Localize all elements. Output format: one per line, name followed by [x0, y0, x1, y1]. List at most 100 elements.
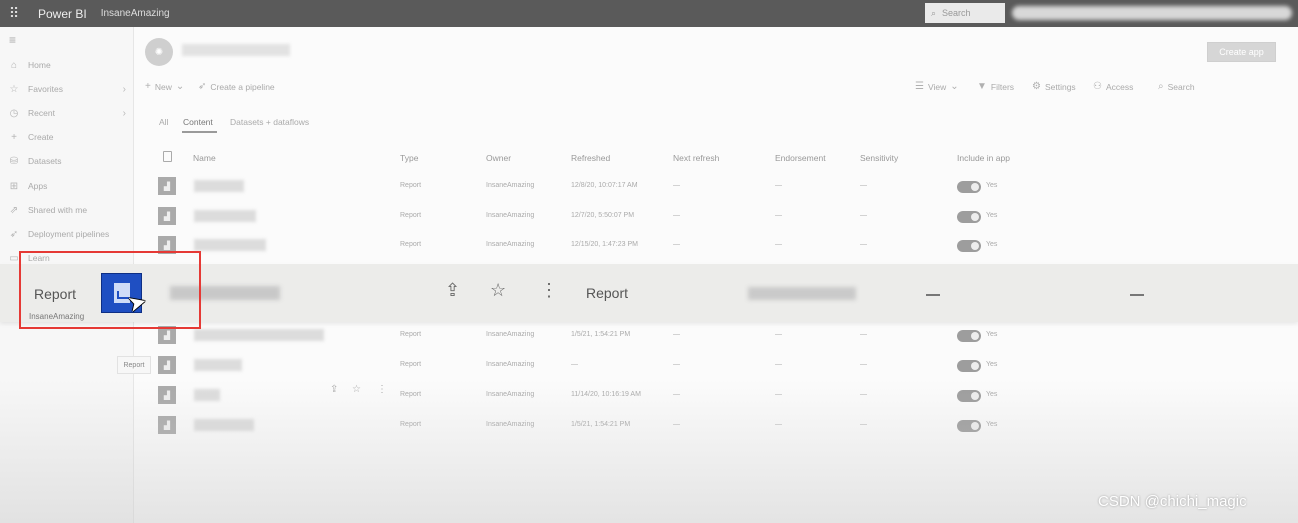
- column-header-owner[interactable]: Owner: [486, 153, 511, 163]
- home-icon: ⌂: [10, 59, 18, 71]
- sidebar-item-deployment-pipelines[interactable]: ➶ Deployment pipelines: [0, 223, 134, 245]
- include-in-app-toggle[interactable]: [957, 390, 981, 402]
- app-launcher-icon[interactable]: ⠿: [0, 5, 28, 22]
- list-icon: ☰: [915, 81, 924, 92]
- clock-icon: ◷: [9, 107, 19, 119]
- row-endorsement: —: [775, 212, 782, 219]
- include-in-app-toggle[interactable]: [957, 240, 981, 252]
- column-header-include-in-app[interactable]: Include in app: [957, 153, 1010, 163]
- row-owner: InsaneAmazing: [486, 241, 535, 248]
- row-next-refresh: —: [673, 182, 680, 189]
- row-endorsement: —: [775, 331, 782, 338]
- account-area-blurred: [1012, 6, 1292, 20]
- row-endorsement: —: [775, 361, 782, 368]
- view-button[interactable]: ☰ View ⌄: [915, 81, 959, 92]
- sidebar-item-apps[interactable]: ⊞ Apps: [0, 175, 134, 197]
- row-refreshed: 12/7/20, 5:50:07 PM: [571, 212, 635, 219]
- access-button[interactable]: ⚇ Access: [1093, 81, 1133, 92]
- sidebar-item-label: Home: [28, 60, 51, 70]
- workspace-search-input[interactable]: ⌕ Search: [1158, 81, 1195, 92]
- more-options-icon[interactable]: ⋮: [377, 384, 387, 395]
- report-icon: ▟: [158, 416, 176, 434]
- row-name-blurred[interactable]: [194, 180, 244, 192]
- tab-datasets-dataflows[interactable]: Datasets + dataflows: [230, 117, 309, 127]
- star-icon[interactable]: ☆: [352, 384, 361, 395]
- access-label: Access: [1105, 81, 1134, 92]
- sidebar-item-shared-with-me[interactable]: ⇗ Shared with me: [0, 199, 134, 221]
- row-next-refresh: —: [673, 331, 680, 338]
- include-in-app-toggle[interactable]: [957, 181, 981, 193]
- row-owner: InsaneAmazing: [486, 361, 535, 368]
- row-next-refresh: —: [673, 421, 680, 428]
- tab-content[interactable]: Content: [183, 117, 213, 127]
- row-refreshed: 12/8/20, 10:07:17 AM: [571, 182, 638, 189]
- row-endorsement: —: [775, 182, 782, 189]
- toggle-label: Yes: [986, 241, 998, 248]
- include-in-app-toggle[interactable]: [957, 360, 981, 372]
- sidebar-item-recent[interactable]: ◷ Recent ›: [0, 102, 134, 124]
- row-sensitivity: —: [860, 391, 867, 398]
- row-owner: InsaneAmazing: [486, 331, 535, 338]
- workspace-logo-icon: ✺: [145, 38, 173, 66]
- row-endorsement: —: [775, 241, 782, 248]
- row-refreshed: 11/14/20, 10:16:19 AM: [571, 391, 641, 398]
- row-name-blurred[interactable]: [194, 419, 254, 431]
- column-header-name[interactable]: Name: [193, 153, 216, 163]
- column-header-endorsement[interactable]: Endorsement: [775, 153, 826, 163]
- plus-icon: +: [145, 81, 151, 92]
- row-owner: InsaneAmazing: [486, 421, 535, 428]
- rocket-icon: ➶: [9, 228, 19, 240]
- sidebar-item-datasets[interactable]: ⛁ Datasets: [0, 150, 134, 172]
- row-owner: InsaneAmazing: [486, 212, 535, 219]
- settings-button[interactable]: ⚙ Settings: [1032, 81, 1076, 92]
- new-button[interactable]: + New ⌄: [145, 81, 184, 92]
- share-icon[interactable]: ⇪: [330, 384, 338, 395]
- row-endorsement: —: [775, 421, 782, 428]
- sidebar-item-create[interactable]: + Create: [0, 126, 134, 148]
- toggle-label: Yes: [986, 182, 998, 189]
- filters-button[interactable]: ▼ Filters: [977, 81, 1014, 92]
- row-name-blurred[interactable]: [194, 389, 220, 401]
- file-type-icon: [163, 151, 172, 162]
- chevron-down-icon: ⌄: [950, 81, 959, 92]
- row-type: Report: [400, 361, 422, 368]
- sidebar-item-label: Shared with me: [28, 205, 88, 215]
- app-name[interactable]: Power BI: [38, 7, 87, 21]
- global-search-input[interactable]: ⌕ Search: [925, 3, 1005, 23]
- more-options-icon[interactable]: ⋮: [540, 280, 558, 301]
- toggle-label: Yes: [986, 331, 998, 338]
- new-label: New: [154, 81, 172, 92]
- sidebar-item-label: Datasets: [28, 156, 62, 166]
- toggle-label: Yes: [986, 391, 998, 398]
- include-in-app-toggle[interactable]: [957, 420, 981, 432]
- chevron-right-icon: ›: [122, 107, 126, 119]
- row-name-blurred[interactable]: [194, 359, 242, 371]
- create-app-button[interactable]: Create app: [1207, 42, 1276, 62]
- highlight-box: [19, 251, 201, 329]
- sidebar-item-label: Deployment pipelines: [28, 229, 110, 239]
- include-in-app-toggle[interactable]: [957, 211, 981, 223]
- toggle-label: Yes: [986, 212, 998, 219]
- sidebar-item-label: Apps: [28, 181, 48, 191]
- settings-label: Settings: [1044, 81, 1076, 92]
- column-header-refreshed[interactable]: Refreshed: [571, 153, 610, 163]
- watermark: CSDN @chichi_magic: [1098, 493, 1247, 510]
- hamburger-menu-icon[interactable]: ≡: [9, 33, 16, 47]
- row-name-blurred[interactable]: [194, 239, 266, 251]
- include-in-app-toggle[interactable]: [957, 330, 981, 342]
- column-header-sensitivity[interactable]: Sensitivity: [860, 153, 898, 163]
- row-name-blurred[interactable]: [194, 329, 324, 341]
- star-icon[interactable]: ☆: [490, 280, 506, 301]
- search-icon: ⌕: [1158, 81, 1164, 92]
- sidebar-item-favorites[interactable]: ☆ Favorites ›: [0, 78, 134, 100]
- filter-icon: ▼: [977, 81, 987, 92]
- tab-all[interactable]: All: [159, 117, 168, 127]
- column-header-next-refresh[interactable]: Next refresh: [673, 153, 719, 163]
- row-owner: InsaneAmazing: [486, 182, 535, 189]
- row-name-blurred[interactable]: [194, 210, 256, 222]
- sidebar-item-home[interactable]: ⌂ Home: [0, 54, 134, 76]
- share-icon[interactable]: ⇪: [445, 280, 460, 301]
- workspace-breadcrumb[interactable]: InsaneAmazing: [101, 8, 170, 19]
- column-header-type[interactable]: Type: [400, 153, 418, 163]
- create-pipeline-button[interactable]: ➶ Create a pipeline: [198, 81, 275, 92]
